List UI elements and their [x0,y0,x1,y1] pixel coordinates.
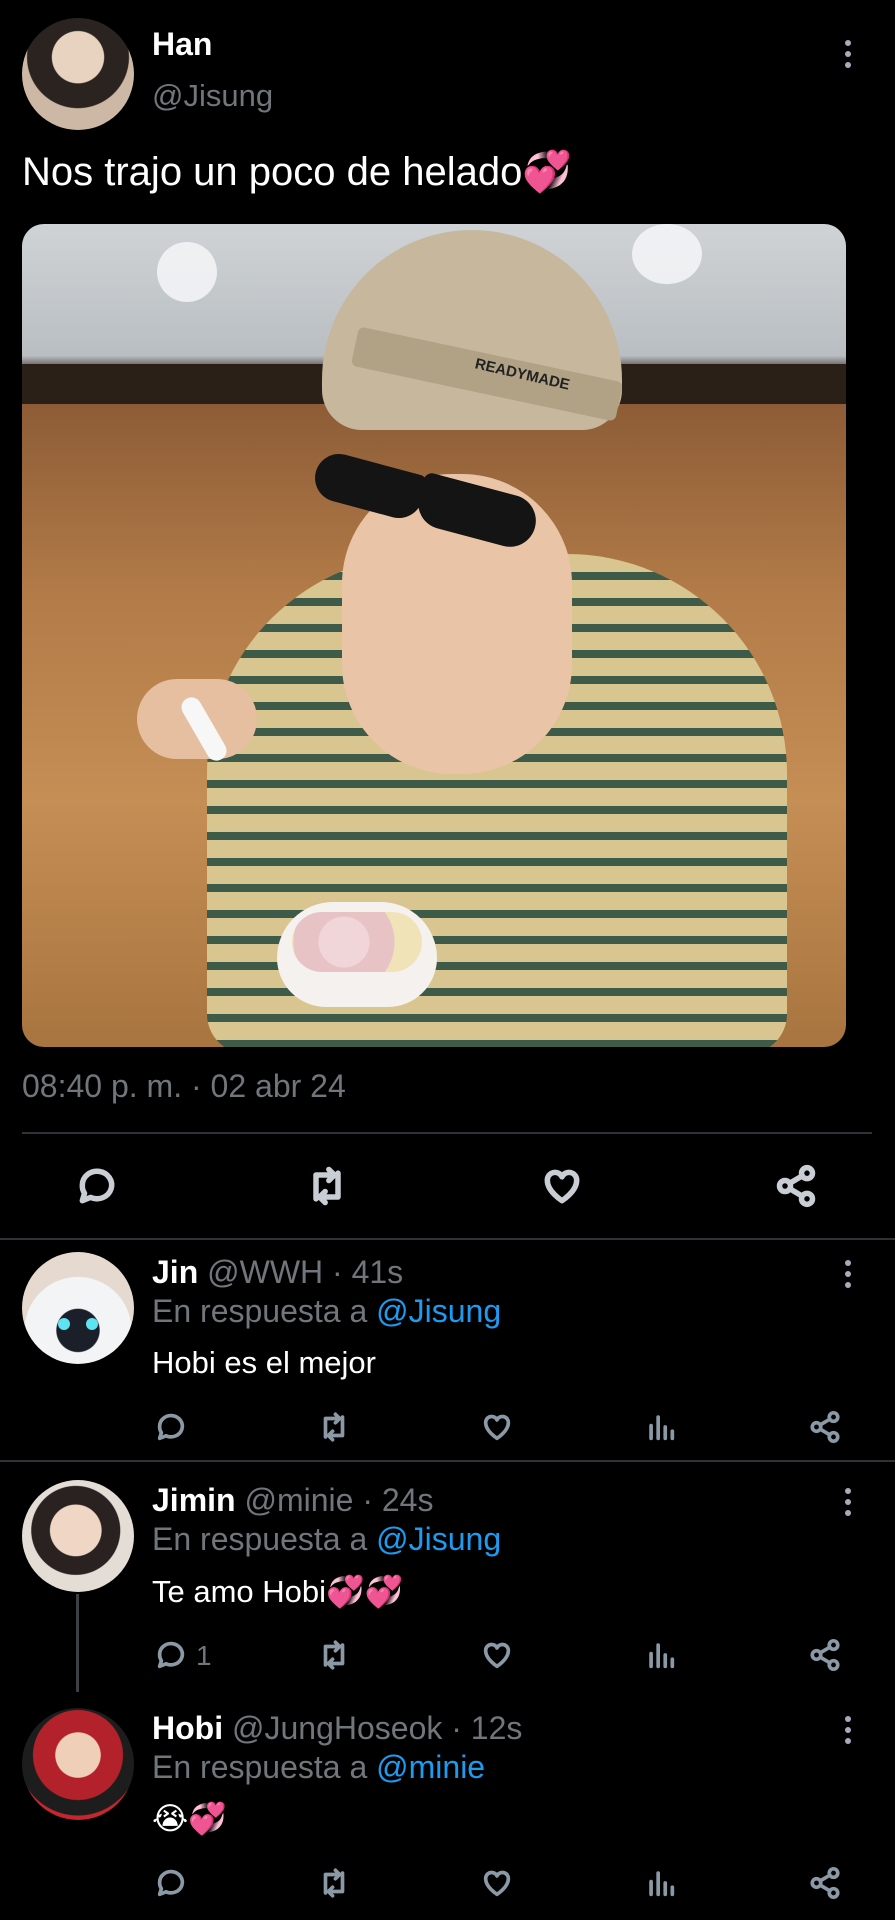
divider [22,1132,872,1134]
tweet-text-body: Nos trajo un poco de helado [22,150,523,194]
share-icon[interactable] [808,1410,842,1444]
reply-text: Te amo Hobi💞💞 [152,1573,403,1610]
reply-time: · 41s [332,1254,404,1290]
reply-mention[interactable]: @minie [376,1749,485,1785]
views-icon[interactable] [644,1866,678,1900]
crying-hearts-emoji: 😭💞 [152,1801,227,1836]
reply-context: En respuesta a @Jisung [152,1521,501,1558]
reply-mention[interactable]: @Jisung [376,1521,501,1557]
reply-header: Jimin @minie · 24s [152,1482,433,1519]
more-icon[interactable] [845,40,851,73]
reply-prefix: En respuesta a [152,1521,368,1557]
tweet-photo[interactable]: READYMADE [22,224,846,1047]
reply-handle[interactable]: @WWH [207,1254,323,1290]
reply-count: 1 [196,1640,212,1671]
divider [0,1238,895,1240]
reply-mention[interactable]: @Jisung [376,1293,501,1329]
two-hearts-emoji: 💞💞 [326,1574,404,1609]
author-handle[interactable]: @Jisung [152,78,273,114]
more-icon[interactable] [845,1716,851,1749]
reply-icon[interactable] [75,1164,119,1208]
retweet-icon[interactable] [316,1410,352,1444]
share-icon[interactable] [774,1164,818,1208]
like-icon[interactable] [480,1866,514,1900]
retweet-icon[interactable] [316,1866,352,1900]
reply-name[interactable]: Jimin [152,1482,236,1518]
like-icon[interactable] [480,1638,514,1672]
author-avatar[interactable] [22,18,134,130]
like-icon[interactable] [480,1410,514,1444]
views-icon[interactable] [644,1638,678,1672]
reply-prefix: En respuesta a [152,1749,368,1785]
reply-text: 😭💞 [152,1800,227,1837]
reply-time: · 12s [451,1710,523,1746]
reply-avatar[interactable] [22,1252,134,1364]
reply-icon[interactable] [154,1638,188,1672]
reply-icon[interactable] [154,1410,188,1444]
more-icon[interactable] [845,1260,851,1293]
reply-handle[interactable]: @minie [244,1482,353,1518]
views-icon[interactable] [644,1410,678,1444]
two-hearts-emoji: 💞 [522,150,573,194]
thread-line [76,1594,79,1692]
reply-avatar[interactable] [22,1708,134,1820]
share-icon[interactable] [808,1866,842,1900]
reply-prefix: En respuesta a [152,1293,368,1329]
author-name[interactable]: Han [152,26,212,63]
retweet-icon[interactable] [316,1638,352,1672]
reply-text: Hobi es el mejor [152,1345,376,1380]
reply-text-body: Te amo Hobi [152,1574,327,1609]
reply-name[interactable]: Jin [152,1254,198,1290]
reply-header: Hobi @JungHoseok · 12s [152,1710,522,1747]
tweet-timestamp[interactable]: 08:40 p. m. · 02 abr 24 [22,1068,346,1105]
tweet-text: Nos trajo un poco de helado💞 [22,148,572,195]
reply-icon[interactable] [154,1866,188,1900]
reply-name[interactable]: Hobi [152,1710,223,1746]
reply-time: · 24s [362,1482,434,1518]
reply-context: En respuesta a @minie [152,1749,485,1786]
reply-avatar[interactable] [22,1480,134,1592]
like-icon[interactable] [540,1164,584,1208]
share-icon[interactable] [808,1638,842,1672]
reply-handle[interactable]: @JungHoseok [232,1710,442,1746]
reply-context: En respuesta a @Jisung [152,1293,501,1330]
divider [0,1460,895,1462]
reply-header: Jin @WWH · 41s [152,1254,403,1291]
retweet-icon[interactable] [304,1164,350,1208]
more-icon[interactable] [845,1488,851,1521]
